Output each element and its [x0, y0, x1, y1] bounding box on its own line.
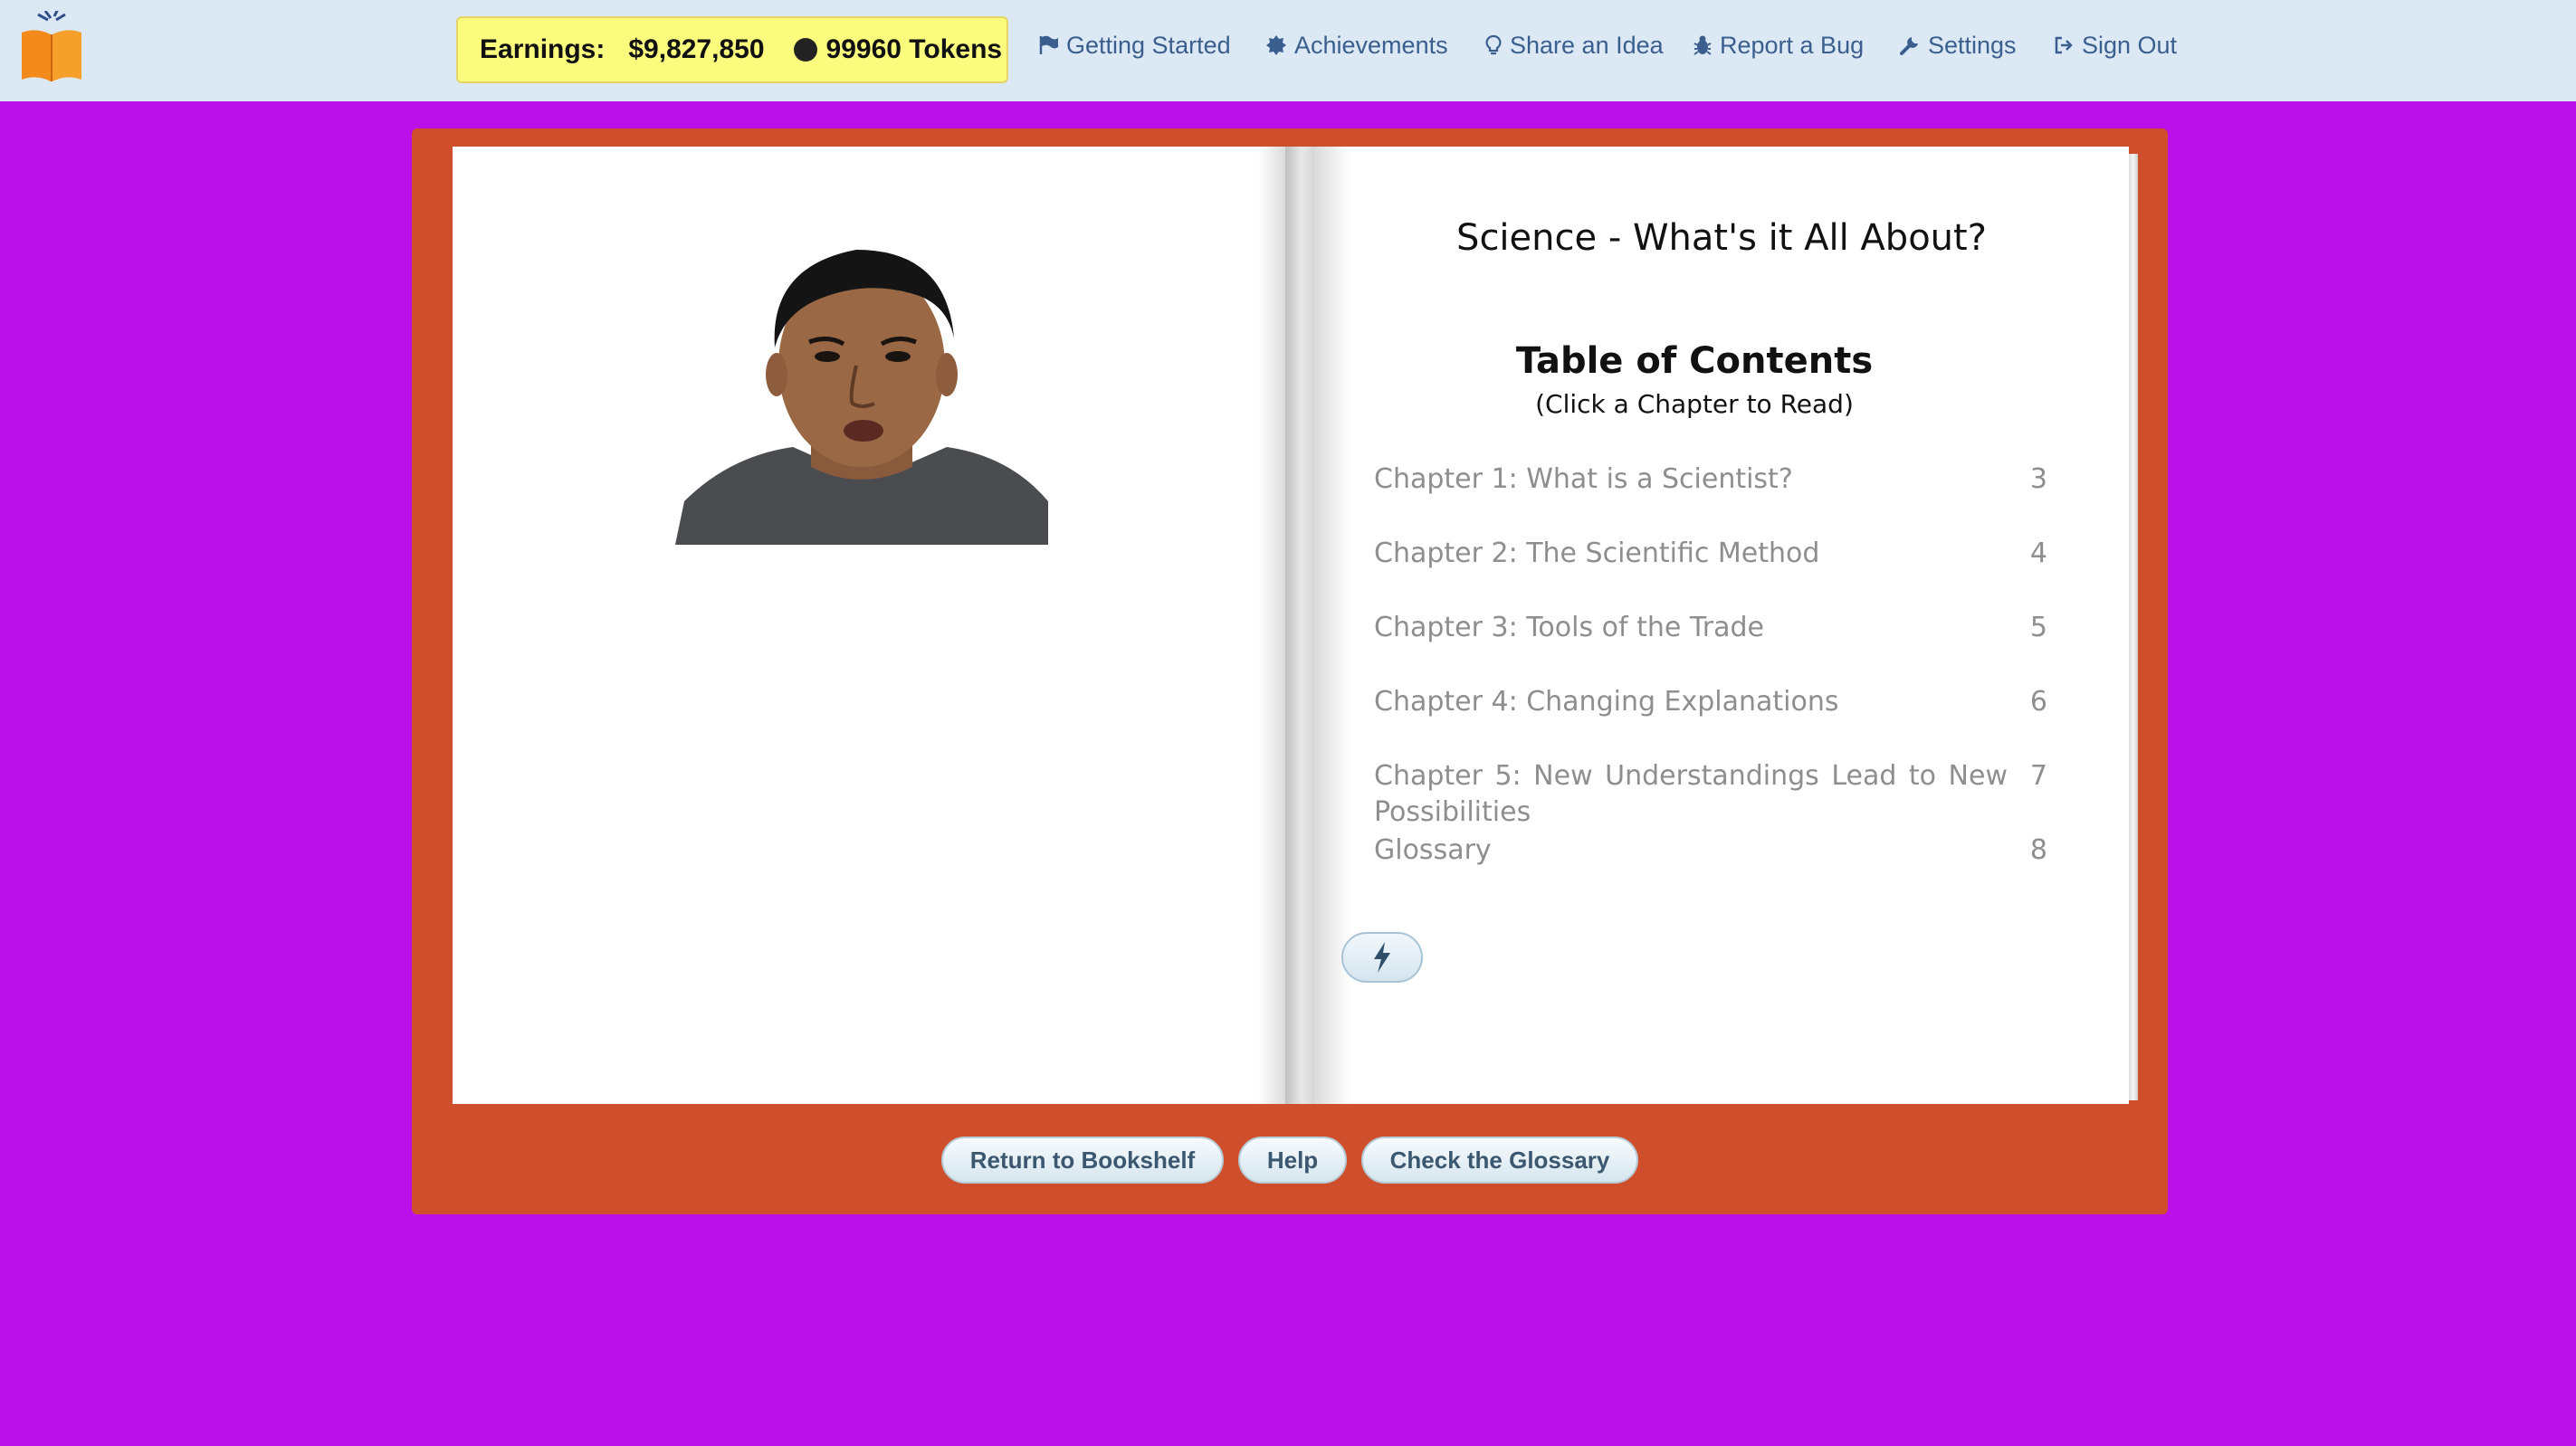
toc-page-number: 7	[2029, 760, 2047, 792]
nav-report-bug[interactable]: Report a Bug	[1693, 27, 1864, 63]
toc-chapter-title: Chapter 3: Tools of the Trade	[1374, 612, 1765, 643]
nav-getting-started[interactable]: Getting Started	[1037, 27, 1231, 63]
token-icon	[793, 38, 817, 62]
bug-icon	[1693, 35, 1712, 55]
page-edge	[2129, 154, 2138, 1100]
top-navbar: Earnings: $9,827,850 99960 Tokens Gettin…	[0, 0, 2576, 101]
toc-glossary[interactable]: Glossary 8	[1374, 832, 2047, 869]
wrench-icon	[1900, 37, 1918, 55]
toc-chapter-title: Chapter 5: New Understandings Lead to Ne…	[1374, 760, 2008, 828]
toc-chapter-title: Chapter 4: Changing Explanations	[1374, 686, 1839, 718]
narrator-portrait	[675, 250, 1048, 545]
nav-settings[interactable]: Settings	[1899, 27, 2017, 63]
nav-settings-label: Settings	[1928, 31, 2017, 59]
toc-page-number: 5	[2029, 612, 2047, 643]
help-button[interactable]: Help	[1238, 1137, 1347, 1184]
toc-chapter-2[interactable]: Chapter 2: The Scientific Method 4	[1374, 536, 2047, 572]
toc-chapter-5[interactable]: Chapter 5: New Understandings Lead to Ne…	[1374, 758, 2047, 831]
toc-page-number: 4	[2029, 537, 2047, 569]
return-to-bookshelf-button[interactable]: Return to Bookshelf	[941, 1137, 1224, 1184]
toc-subheading: (Click a Chapter to Read)	[1535, 389, 1854, 419]
toc-chapter-4[interactable]: Chapter 4: Changing Explanations 6	[1374, 684, 2047, 720]
nav-report-bug-label: Report a Bug	[1720, 31, 1865, 59]
quick-action-button[interactable]	[1341, 932, 1423, 983]
earnings-amount: $9,827,850	[628, 34, 765, 64]
earnings-label: Earnings:	[480, 34, 606, 64]
book-title: Science - What's it All About?	[1456, 217, 1987, 259]
toc-chapter-1[interactable]: Chapter 1: What is a Scientist? 3	[1374, 461, 2047, 498]
nav-getting-started-label: Getting Started	[1066, 31, 1231, 59]
toc-heading: Table of Contents	[1515, 340, 1874, 382]
nav-achievements-label: Achievements	[1294, 31, 1448, 59]
toc-page-number: 6	[2029, 686, 2047, 718]
toc-page-number: 3	[2029, 463, 2047, 495]
earnings-display: Earnings: $9,827,850 99960 Tokens	[456, 16, 1008, 83]
lightning-bolt-icon	[1374, 942, 1390, 973]
token-count: 99960 Tokens	[825, 34, 1003, 64]
book-spine	[1285, 147, 1318, 1104]
nav-sign-out[interactable]: Sign Out	[2053, 27, 2177, 63]
nav-share-idea-label: Share an Idea	[1510, 31, 1664, 59]
badge-icon	[1266, 35, 1286, 55]
toc-chapter-title: Chapter 2: The Scientific Method	[1374, 537, 1820, 569]
nav-sign-out-label: Sign Out	[2082, 31, 2178, 59]
nav-share-idea[interactable]: Share an Idea	[1484, 27, 1664, 63]
toc-chapter-title: Chapter 1: What is a Scientist?	[1374, 463, 1793, 495]
lightbulb-icon	[1485, 34, 1502, 55]
toc-page-number: 8	[2029, 834, 2047, 866]
toc-chapter-3[interactable]: Chapter 3: Tools of the Trade 5	[1374, 610, 2047, 646]
nav-achievements[interactable]: Achievements	[1265, 27, 1448, 63]
flag-icon	[1039, 35, 1058, 54]
sign-out-icon	[2055, 36, 2073, 54]
check-glossary-button[interactable]: Check the Glossary	[1361, 1137, 1638, 1184]
toc-chapter-title: Glossary	[1374, 834, 1492, 866]
open-book-icon[interactable]	[18, 11, 85, 83]
